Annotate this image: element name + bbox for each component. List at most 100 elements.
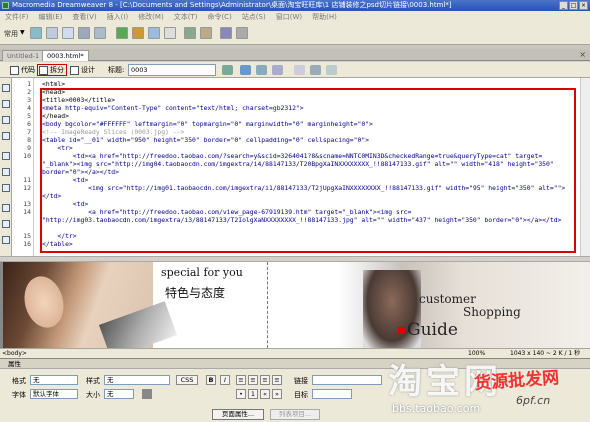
refresh-icon[interactable]	[294, 65, 305, 75]
page-properties-button[interactable]: 页面属性...	[212, 409, 264, 420]
highlight-invalid-code-icon[interactable]	[2, 204, 10, 212]
align-center-icon[interactable]: ≡	[248, 375, 258, 385]
split-view-icon	[39, 66, 48, 75]
balance-braces-icon[interactable]	[2, 168, 10, 176]
align-left-icon[interactable]: ≡	[236, 375, 246, 385]
tag-chooser-icon[interactable]	[220, 27, 232, 39]
menu-insert[interactable]: 插入(I)	[102, 11, 134, 23]
menu-file[interactable]: 文件(F)	[0, 11, 34, 23]
list-item-button[interactable]: 列表项目...	[270, 409, 320, 420]
design-view[interactable]: special for you 特色与态度 customer Shopping …	[0, 262, 590, 348]
line-numbers-icon[interactable]	[2, 184, 10, 192]
media-icon[interactable]	[132, 27, 144, 39]
design-view-icon	[70, 66, 79, 75]
red-bullet-icon	[398, 327, 405, 334]
select-parent-tag-icon[interactable]	[2, 152, 10, 160]
line-number: 7	[27, 128, 31, 136]
unordered-list-icon[interactable]: •	[236, 389, 246, 399]
template-icon[interactable]	[200, 27, 212, 39]
customer-text: customer	[419, 292, 476, 306]
format-select[interactable]: 无	[30, 375, 78, 385]
close-window-button[interactable]: ×	[579, 1, 588, 10]
preview-browser-icon[interactable]	[240, 65, 251, 75]
line-number-gutter: 1 2 3 4 5 6 7 8 9 10 11 12 13 14 15 16	[12, 78, 34, 256]
page-title-input[interactable]	[128, 64, 216, 76]
tab-untitled-1[interactable]: Untitled-1	[2, 50, 45, 61]
line-number: 6	[27, 120, 31, 128]
line-number: 2	[27, 88, 31, 96]
menu-modify[interactable]: 修改(M)	[133, 11, 169, 23]
feature-attitude-text: 特色与态度	[165, 286, 226, 300]
code-view-label: 代码	[21, 66, 35, 74]
menu-edit[interactable]: 编辑(E)	[34, 11, 68, 23]
text-color-swatch[interactable]	[142, 389, 152, 399]
window-title: Macromedia Dreamweaver 8 - [C:\Documents…	[12, 1, 452, 9]
line-number: 5	[27, 112, 31, 120]
table-icon[interactable]	[78, 27, 90, 39]
coding-toolbar	[0, 78, 12, 256]
apply-comment-icon[interactable]	[2, 220, 10, 228]
validate-icon[interactable]	[256, 65, 267, 75]
style-label: 样式	[86, 377, 100, 385]
minimize-button[interactable]: _	[559, 1, 568, 10]
tab-0003-html[interactable]: 0003.html*	[42, 50, 89, 61]
font-select[interactable]: 默认字体	[30, 389, 78, 399]
outdent-icon[interactable]: «	[260, 389, 270, 399]
6pf-site-watermark: 6pf.cn	[516, 394, 551, 407]
expand-all-icon[interactable]	[2, 132, 10, 140]
ordered-list-icon[interactable]: 1	[248, 389, 258, 399]
guide-text: Guide	[407, 320, 458, 340]
justify-icon[interactable]: ≡	[272, 375, 282, 385]
open-documents-icon[interactable]	[2, 84, 10, 92]
date-icon[interactable]	[148, 27, 160, 39]
indent-icon[interactable]: »	[272, 389, 282, 399]
align-right-icon[interactable]: ≡	[260, 375, 270, 385]
code-editor[interactable]: <html> <head> <title>0003</title> <meta …	[34, 78, 590, 256]
split-view-button[interactable]: 拆分	[37, 64, 67, 76]
chevron-down-icon[interactable]: ▼	[20, 29, 25, 36]
layer-icon[interactable]	[94, 27, 106, 39]
menu-view[interactable]: 查看(V)	[67, 11, 101, 23]
maximize-button[interactable]: □	[569, 1, 578, 10]
split-view-label: 拆分	[50, 66, 64, 74]
close-document-icon[interactable]: ×	[579, 50, 586, 59]
menu-help[interactable]: 帮助(H)	[307, 11, 342, 23]
email-link-icon[interactable]	[46, 27, 58, 39]
bold-button[interactable]: B	[206, 375, 216, 385]
line-number: 11	[23, 176, 31, 184]
line-number: 16	[23, 240, 31, 248]
menu-text[interactable]: 文本(T)	[169, 11, 203, 23]
style-select[interactable]: 无	[104, 375, 170, 385]
file-management-icon[interactable]	[222, 65, 233, 75]
code-view-button[interactable]: 代码	[8, 64, 38, 76]
code-scrollbar[interactable]	[580, 78, 590, 256]
design-view-button[interactable]: 设计	[68, 64, 98, 76]
menu-commands[interactable]: 命令(C)	[202, 11, 236, 23]
link-input[interactable]	[312, 375, 382, 385]
hyperlink-icon[interactable]	[30, 27, 42, 39]
target-select[interactable]	[312, 389, 352, 399]
remove-comment-icon[interactable]	[2, 236, 10, 244]
collapse-selection-icon[interactable]	[2, 116, 10, 124]
menu-window[interactable]: 窗口(W)	[271, 11, 307, 23]
menu-site[interactable]: 站点(S)	[237, 11, 271, 23]
insert-category-label[interactable]: 常用	[4, 29, 18, 39]
visual-aids-icon[interactable]	[326, 65, 337, 75]
browser-check-icon[interactable]	[272, 65, 283, 75]
server-side-include-icon[interactable]	[184, 27, 196, 39]
css-button[interactable]: CSS	[176, 375, 198, 385]
line-number: 10	[23, 152, 31, 160]
view-options-icon[interactable]	[310, 65, 321, 75]
image-icon[interactable]	[116, 27, 128, 39]
line-number: 12	[23, 184, 31, 192]
collapse-tag-icon[interactable]	[2, 100, 10, 108]
shopping-text: Shopping	[463, 305, 521, 319]
line-number: 1	[27, 80, 31, 88]
named-anchor-icon[interactable]	[62, 27, 74, 39]
head-content-icon[interactable]	[236, 27, 248, 39]
font-label: 字体	[12, 391, 26, 399]
document-toolbar: 代码 拆分 设计 标题:	[0, 62, 590, 78]
size-select[interactable]: 无	[104, 389, 134, 399]
comment-icon[interactable]	[164, 27, 176, 39]
italic-button[interactable]: I	[220, 375, 230, 385]
